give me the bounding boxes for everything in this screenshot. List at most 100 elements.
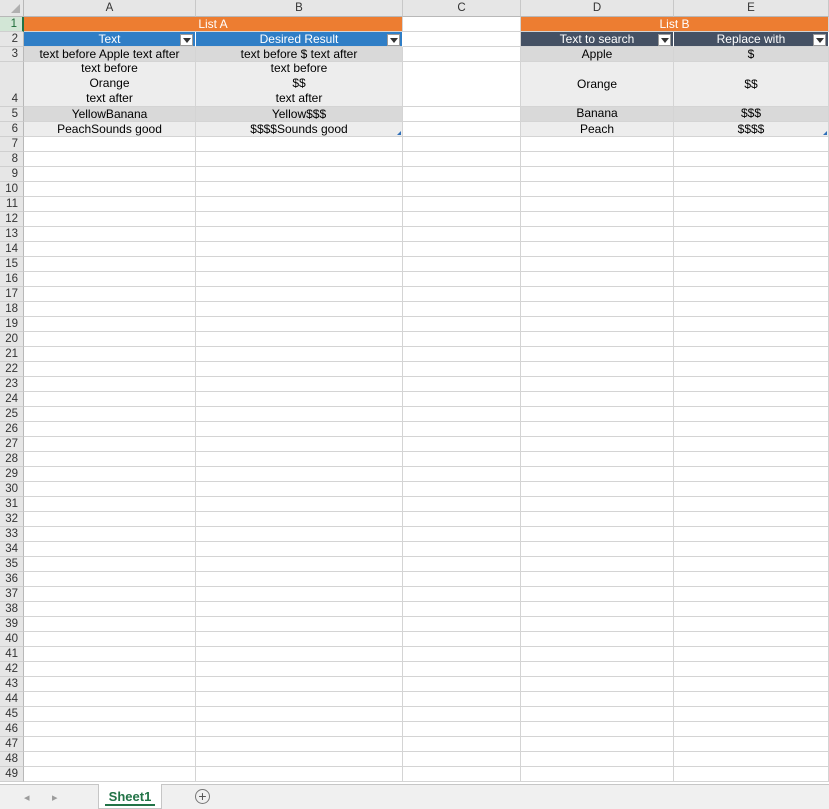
row-header[interactable]: 13 bbox=[0, 227, 24, 242]
cell[interactable] bbox=[24, 482, 196, 497]
cell[interactable] bbox=[521, 662, 674, 677]
cell[interactable] bbox=[24, 317, 196, 332]
spreadsheet-grid[interactable]: A B C D E 1 2 3 4 5 6 7 8 9 10 11 12 13 14 15 16 17 18 19 20 21 22… bbox=[0, 0, 829, 784]
cell[interactable] bbox=[403, 677, 521, 692]
cell[interactable] bbox=[24, 632, 196, 647]
cell[interactable] bbox=[521, 437, 674, 452]
row-header[interactable]: 18 bbox=[0, 302, 24, 317]
cell[interactable] bbox=[24, 572, 196, 587]
cell[interactable] bbox=[403, 17, 521, 32]
cell[interactable] bbox=[196, 137, 403, 152]
cell[interactable] bbox=[403, 512, 521, 527]
row-header[interactable]: 12 bbox=[0, 212, 24, 227]
cell[interactable] bbox=[674, 527, 829, 542]
row-header[interactable]: 15 bbox=[0, 257, 24, 272]
cell[interactable] bbox=[674, 662, 829, 677]
cell[interactable] bbox=[674, 737, 829, 752]
sheet-tab-sheet1[interactable]: Sheet1 bbox=[98, 784, 162, 809]
cell[interactable] bbox=[521, 587, 674, 602]
cell[interactable] bbox=[24, 647, 196, 662]
cell[interactable] bbox=[521, 482, 674, 497]
row-header[interactable]: 29 bbox=[0, 467, 24, 482]
list-b-title[interactable]: List B bbox=[521, 17, 829, 32]
row-header[interactable]: 7 bbox=[0, 137, 24, 152]
cell[interactable] bbox=[24, 527, 196, 542]
cell[interactable] bbox=[674, 137, 829, 152]
cell[interactable] bbox=[196, 182, 403, 197]
cell[interactable] bbox=[674, 212, 829, 227]
cell[interactable] bbox=[674, 497, 829, 512]
cell[interactable] bbox=[403, 332, 521, 347]
cell[interactable] bbox=[521, 257, 674, 272]
list-b-header-text-to-search[interactable]: Text to search bbox=[521, 32, 674, 47]
list-a-title[interactable]: List A bbox=[24, 17, 403, 32]
add-sheet-icon[interactable]: + bbox=[195, 789, 210, 804]
cell[interactable] bbox=[403, 767, 521, 782]
table-resize-handle-icon[interactable] bbox=[397, 131, 401, 135]
cell[interactable] bbox=[24, 152, 196, 167]
cell[interactable] bbox=[24, 677, 196, 692]
cell[interactable] bbox=[24, 692, 196, 707]
list-a-result-cell[interactable]: text before $ text after bbox=[196, 47, 403, 62]
cell[interactable] bbox=[403, 602, 521, 617]
cell[interactable] bbox=[403, 242, 521, 257]
row-header[interactable]: 27 bbox=[0, 437, 24, 452]
row-header[interactable]: 26 bbox=[0, 422, 24, 437]
row-header[interactable]: 19 bbox=[0, 317, 24, 332]
cell[interactable] bbox=[196, 497, 403, 512]
cell[interactable] bbox=[196, 527, 403, 542]
cell[interactable] bbox=[674, 722, 829, 737]
cell[interactable] bbox=[674, 752, 829, 767]
cell[interactable] bbox=[674, 512, 829, 527]
cell[interactable] bbox=[196, 617, 403, 632]
row-header[interactable]: 35 bbox=[0, 557, 24, 572]
row-header[interactable]: 33 bbox=[0, 527, 24, 542]
cell[interactable] bbox=[403, 182, 521, 197]
cell[interactable] bbox=[196, 737, 403, 752]
cell[interactable] bbox=[674, 572, 829, 587]
cell[interactable] bbox=[674, 347, 829, 362]
cell[interactable] bbox=[521, 197, 674, 212]
cell[interactable] bbox=[674, 332, 829, 347]
cell[interactable] bbox=[403, 197, 521, 212]
filter-dropdown-icon[interactable] bbox=[180, 34, 193, 46]
cell[interactable] bbox=[24, 302, 196, 317]
cell[interactable] bbox=[196, 257, 403, 272]
cell[interactable] bbox=[674, 632, 829, 647]
row-header[interactable]: 3 bbox=[0, 47, 24, 62]
cell[interactable] bbox=[24, 662, 196, 677]
cell[interactable] bbox=[403, 32, 521, 47]
cell[interactable] bbox=[196, 662, 403, 677]
cell[interactable] bbox=[674, 437, 829, 452]
cell[interactable] bbox=[24, 767, 196, 782]
list-b-replace-cell[interactable]: $$$$ bbox=[674, 122, 829, 137]
cell[interactable] bbox=[403, 257, 521, 272]
row-header[interactable]: 47 bbox=[0, 737, 24, 752]
cell[interactable] bbox=[24, 452, 196, 467]
cell[interactable] bbox=[521, 647, 674, 662]
scroll-tabs-right-icon[interactable]: ▸ bbox=[52, 791, 58, 804]
filter-dropdown-icon[interactable] bbox=[387, 34, 400, 46]
list-a-result-cell[interactable]: Yellow$$$ bbox=[196, 107, 403, 122]
cell[interactable] bbox=[521, 617, 674, 632]
cell[interactable] bbox=[521, 497, 674, 512]
cell[interactable] bbox=[403, 542, 521, 557]
column-header-a[interactable]: A bbox=[24, 0, 196, 17]
cell[interactable] bbox=[196, 167, 403, 182]
cell[interactable] bbox=[403, 422, 521, 437]
row-header[interactable]: 42 bbox=[0, 662, 24, 677]
row-header[interactable]: 8 bbox=[0, 152, 24, 167]
filter-dropdown-icon[interactable] bbox=[658, 34, 671, 46]
row-header[interactable]: 40 bbox=[0, 632, 24, 647]
cell[interactable] bbox=[403, 212, 521, 227]
cell[interactable] bbox=[521, 392, 674, 407]
cell[interactable] bbox=[24, 137, 196, 152]
cell[interactable] bbox=[521, 602, 674, 617]
cell[interactable] bbox=[521, 347, 674, 362]
cell[interactable] bbox=[403, 167, 521, 182]
cell[interactable] bbox=[24, 272, 196, 287]
cell[interactable] bbox=[521, 407, 674, 422]
cell[interactable] bbox=[196, 242, 403, 257]
row-header[interactable]: 28 bbox=[0, 452, 24, 467]
cell[interactable] bbox=[196, 152, 403, 167]
